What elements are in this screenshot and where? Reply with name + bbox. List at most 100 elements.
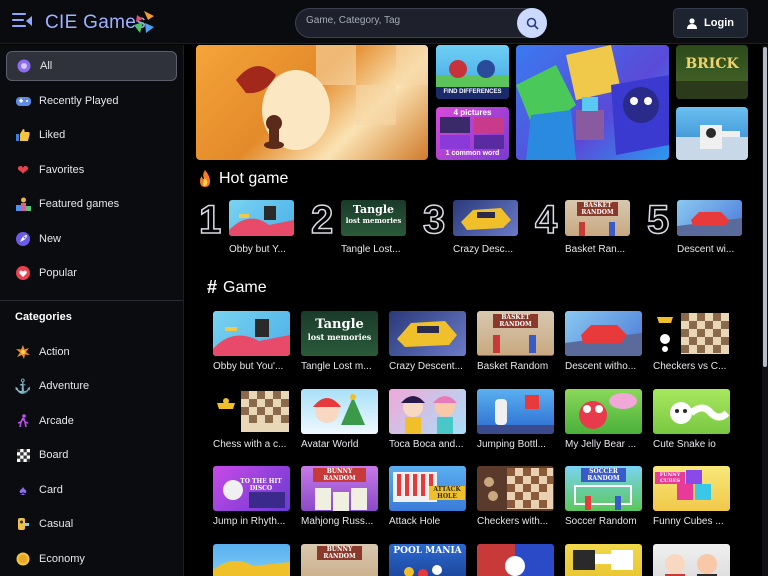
puzzle-art bbox=[516, 45, 669, 160]
all-icon bbox=[16, 58, 32, 74]
hash-icon: # bbox=[207, 277, 218, 297]
user-icon bbox=[687, 17, 698, 29]
hot-game-item[interactable]: 5 Descent wi... bbox=[646, 197, 757, 267]
thumbs-up-icon bbox=[15, 127, 31, 143]
sidebar-category-board[interactable]: Board bbox=[6, 440, 177, 470]
banner-chess-art bbox=[236, 45, 428, 150]
game-card[interactable] bbox=[213, 544, 292, 576]
sidebar-category-casual[interactable]: Casual bbox=[6, 509, 177, 539]
game-card[interactable]: POOL MANIA bbox=[389, 544, 468, 576]
scrollbar-thumb[interactable] bbox=[763, 47, 767, 367]
game-card[interactable]: FUNNY CUBES Funny Cubes ... bbox=[653, 466, 732, 527]
game-label: Checkers vs C... bbox=[653, 361, 727, 372]
game-card[interactable]: Chess with a c... bbox=[213, 389, 292, 450]
game-card[interactable]: Checkers with... bbox=[477, 466, 556, 527]
sidebar-item-all[interactable]: All bbox=[6, 51, 177, 81]
banner-chess-game[interactable] bbox=[196, 45, 428, 160]
sidebar-item-new[interactable]: New bbox=[6, 224, 177, 254]
sidebar-item-label: Economy bbox=[39, 553, 85, 565]
sidebar-item-label: Board bbox=[39, 449, 69, 461]
brick-art bbox=[676, 81, 748, 99]
hot-game-item[interactable]: 1 Obby but Y... bbox=[198, 197, 309, 267]
sidebar-divider bbox=[0, 300, 183, 301]
game-thumb bbox=[653, 544, 730, 576]
game-heading: # Game bbox=[207, 277, 267, 298]
game-thumb bbox=[389, 311, 466, 356]
game-card[interactable] bbox=[653, 544, 732, 576]
game-card[interactable]: Jumping Bottl... bbox=[477, 389, 556, 450]
sidebar-item-popular[interactable]: Popular bbox=[6, 258, 177, 288]
login-button[interactable]: Login bbox=[673, 8, 748, 38]
main-scrollbar[interactable] bbox=[762, 45, 768, 576]
menu-toggle-icon[interactable] bbox=[12, 13, 32, 29]
banner-caption-top: 4 pictures bbox=[453, 108, 492, 117]
game-card[interactable]: BASKET RANDOM Basket Random bbox=[477, 311, 556, 372]
sidebar-item-label: Arcade bbox=[39, 415, 74, 427]
banner-find-differences[interactable]: FIND DIFFERENCES bbox=[436, 45, 509, 99]
game-card[interactable]: SOCCER RANDOM Soccer Random bbox=[565, 466, 644, 527]
sidebar-item-label: New bbox=[39, 233, 62, 245]
sidebar-category-action[interactable]: Action bbox=[6, 337, 177, 367]
game-label: Jump in Rhyth... bbox=[213, 516, 286, 527]
banner-brick-game[interactable]: BRICK bbox=[676, 45, 748, 99]
game-card[interactable]: TO THE HIT DISCO Jump in Rhyth... bbox=[213, 466, 292, 527]
game-card[interactable]: Crazy Descent... bbox=[389, 311, 468, 372]
sidebar-item-liked[interactable]: Liked bbox=[6, 120, 177, 150]
game-thumb: ATTACK HOLE bbox=[389, 466, 466, 511]
hot-rank: 1 bbox=[198, 198, 222, 242]
game-card[interactable]: Checkers vs C... bbox=[653, 311, 732, 372]
banner-robot-game[interactable] bbox=[676, 107, 748, 160]
game-card[interactable] bbox=[565, 544, 644, 576]
game-card[interactable]: ATTACK HOLE Attack Hole bbox=[389, 466, 468, 527]
game-card[interactable]: Cute Snake io bbox=[653, 389, 732, 450]
thumb-title: BASKET RANDOM bbox=[577, 202, 618, 216]
banner-caption: FIND DIFFERENCES bbox=[443, 89, 502, 95]
hot-rank: 2 bbox=[310, 198, 334, 242]
sidebar-item-label: Featured games bbox=[39, 198, 120, 210]
logo-icon[interactable] bbox=[134, 11, 154, 33]
hot-game-item[interactable]: 4 BASKET RANDOM Basket Ran... bbox=[534, 197, 645, 267]
game-card[interactable]: My Jelly Bear ... bbox=[565, 389, 644, 450]
game-card[interactable]: Tangle lost memories Tangle Lost m... bbox=[301, 311, 380, 372]
search-icon bbox=[526, 17, 539, 30]
game-card[interactable]: Toca Boca and... bbox=[389, 389, 468, 450]
game-label: Crazy Descent... bbox=[389, 361, 463, 372]
search-button[interactable] bbox=[517, 8, 547, 38]
game-label: Attack Hole bbox=[389, 516, 441, 527]
game-card[interactable]: Obby but You'... bbox=[213, 311, 292, 372]
game-thumb bbox=[389, 389, 466, 434]
search-input[interactable] bbox=[306, 15, 506, 26]
sidebar-category-arcade[interactable]: Arcade bbox=[6, 406, 177, 436]
runner-icon bbox=[15, 413, 31, 429]
game-card[interactable]: BUNNY RANDOM bbox=[301, 544, 380, 576]
sidebar-item-label: Liked bbox=[39, 129, 66, 141]
top-header: CIE Games Login bbox=[0, 0, 768, 44]
game-card[interactable]: Avatar World bbox=[301, 389, 380, 450]
sidebar-item-featured[interactable]: Featured games bbox=[6, 189, 177, 219]
sidebar-category-adventure[interactable]: ⚓ Adventure bbox=[6, 371, 177, 401]
banner-4-pictures[interactable]: 4 pictures 1 common word bbox=[436, 107, 509, 160]
search-bar bbox=[295, 8, 547, 38]
game-thumb: FUNNY CUBES bbox=[653, 466, 730, 511]
banner-caption-bottom: 1 common word bbox=[445, 150, 500, 157]
game-label: Chess with a c... bbox=[213, 439, 287, 450]
banner-puzzle-game[interactable] bbox=[516, 45, 669, 160]
game-card[interactable]: Descent witho... bbox=[565, 311, 644, 372]
sidebar-item-favorites[interactable]: ❤ Favorites bbox=[6, 155, 177, 185]
hot-game-item[interactable]: 2 Tangle lost memories Tangle Lost... bbox=[310, 197, 421, 267]
game-label: Basket Random bbox=[477, 361, 549, 372]
hot-thumb: BASKET RANDOM bbox=[565, 200, 630, 236]
hot-game-item[interactable]: 3 Crazy Desc... bbox=[422, 197, 533, 267]
sidebar-category-economy[interactable]: Economy bbox=[6, 544, 177, 574]
game-label: Avatar World bbox=[301, 439, 359, 450]
thumb-title: SOCCER RANDOM bbox=[581, 468, 626, 482]
game-label: Obby but You'... bbox=[213, 361, 284, 372]
brand-name[interactable]: CIE Games bbox=[45, 12, 146, 34]
anchor-icon: ⚓ bbox=[14, 378, 32, 394]
game-thumb bbox=[301, 389, 378, 434]
game-thumb: BUNNY RANDOM bbox=[301, 544, 378, 576]
game-card[interactable] bbox=[477, 544, 556, 576]
game-card[interactable]: BUNNY RANDOM Mahjong Russ... bbox=[301, 466, 380, 527]
sidebar-item-recently-played[interactable]: Recently Played bbox=[6, 86, 177, 116]
sidebar-category-card[interactable]: ♠ Card bbox=[6, 475, 177, 505]
